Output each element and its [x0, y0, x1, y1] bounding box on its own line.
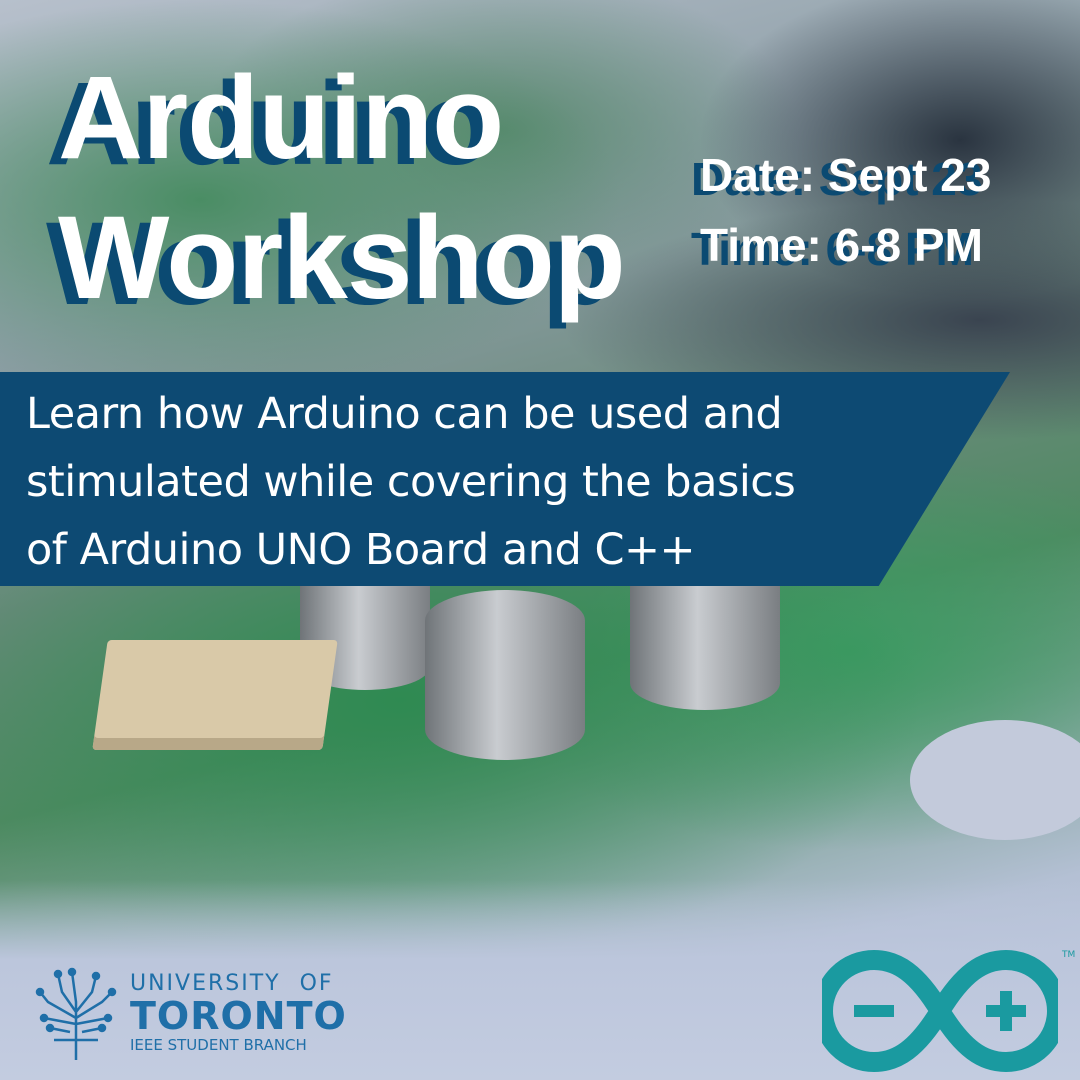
- logo-text-branch: IEEE STUDENT BRANCH: [130, 1035, 307, 1054]
- capacitor: [425, 590, 585, 760]
- circuit-tree-icon: [35, 967, 117, 1060]
- description-line: of Arduino UNO Board and C++: [26, 525, 696, 575]
- title-line: Arduino: [58, 52, 504, 184]
- title-line: Workshop: [58, 192, 626, 324]
- logo-text-university: UNIVERSITY OF: [130, 970, 334, 996]
- trademark-symbol: TM: [1062, 950, 1076, 960]
- connector: [92, 640, 338, 750]
- poster-title: Arduino Workshop: [58, 48, 626, 328]
- uoft-ieee-logo: UNIVERSITY OF TORONTO IEEE STUDENT BRANC…: [32, 962, 347, 1062]
- description-text: Learn how Arduino can be used and stimul…: [26, 380, 966, 584]
- description-line: Learn how Arduino can be used and: [26, 389, 783, 439]
- arduino-infinity-logo: [822, 949, 1058, 1073]
- event-date: Date: Sept 23: [700, 149, 992, 201]
- description-line: stimulated while covering the basics: [26, 457, 796, 507]
- logo-text-toronto: TORONTO: [130, 993, 347, 1038]
- event-details: Date: Sept 23 Time: 6-8 PM: [700, 140, 991, 280]
- event-time: Time: 6-8 PM: [700, 219, 983, 271]
